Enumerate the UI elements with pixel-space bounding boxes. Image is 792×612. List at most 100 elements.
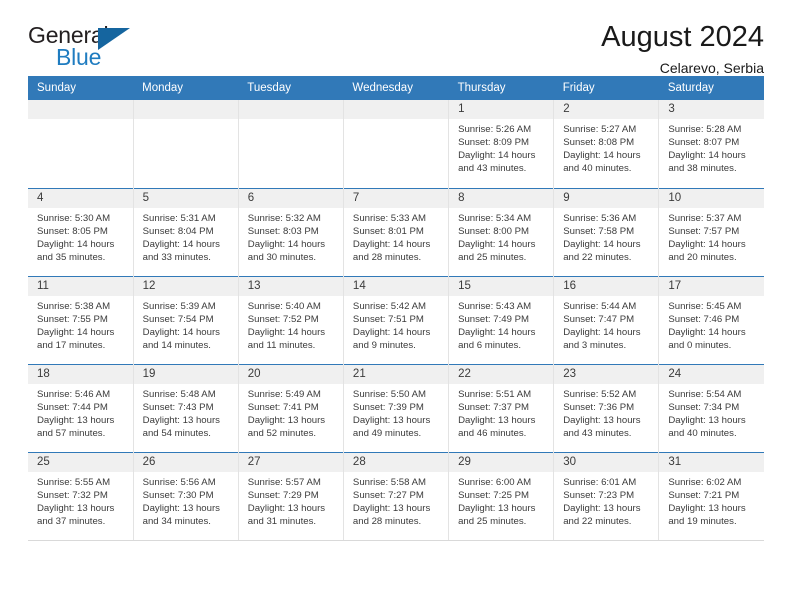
sunset-text: Sunset: 7:46 PM	[668, 313, 740, 325]
day-cell-inner: 5 Sunrise: 5:31 AM Sunset: 8:04 PM Daylight…	[133, 188, 238, 276]
daylight-text-line2: and 40 minutes.	[668, 427, 737, 439]
sunset-text: Sunset: 7:34 PM	[668, 401, 740, 413]
sunset-text: Sunset: 7:37 PM	[458, 401, 529, 413]
page-header: General Blue August 2024 Celarevo, Serbi…	[28, 0, 764, 77]
calendar-day-cell[interactable]: 20 Sunrise: 5:49 AM Sunset: 7:41 PM Dayligh…	[238, 363, 344, 452]
calendar-day-cell[interactable]: 16 Sunrise: 5:44 AM Sunset: 7:47 PM Dayligh…	[553, 275, 660, 364]
calendar-day-cell[interactable]: 18 Sunrise: 5:46 AM Sunset: 7:44 PM Dayligh…	[28, 363, 134, 452]
daylight-text-line1: Daylight: 14 hours	[668, 238, 746, 250]
calendar-day-cell[interactable]: 27 Sunrise: 5:57 AM Sunset: 7:29 PM Dayligh…	[238, 451, 344, 540]
day-number: 8	[449, 188, 554, 208]
daylight-text-line1: Daylight: 14 hours	[352, 238, 431, 250]
daylight-text-line1: Daylight: 13 hours	[563, 502, 641, 514]
calendar-day-cell[interactable]: 6 Sunrise: 5:32 AM Sunset: 8:03 PM Daylight…	[238, 187, 344, 276]
sunset-text: Sunset: 7:30 PM	[142, 489, 214, 501]
sunset-text: Sunset: 7:52 PM	[247, 313, 319, 325]
calendar-day-cell[interactable]: 10 Sunrise: 5:37 AM Sunset: 7:57 PM Dayligh…	[658, 187, 764, 276]
calendar-day-cell[interactable]: 23 Sunrise: 5:52 AM Sunset: 7:36 PM Dayligh…	[553, 363, 660, 452]
calendar-day-cell[interactable]: 21 Sunrise: 5:50 AM Sunset: 7:39 PM Dayligh…	[343, 363, 450, 452]
daylight-text-line2: and 20 minutes.	[668, 251, 737, 263]
calendar-day-cell[interactable]: 11 Sunrise: 5:38 AM Sunset: 7:55 PM Dayligh…	[28, 275, 134, 364]
day-sun-info: Sunrise: 5:27 AM Sunset: 8:08 PM Daylight:…	[554, 119, 658, 175]
calendar-day-cell[interactable]: 26 Sunrise: 5:56 AM Sunset: 7:30 PM Dayligh…	[133, 451, 239, 540]
calendar-day-cell[interactable]: 22 Sunrise: 5:51 AM Sunset: 7:37 PM Dayligh…	[448, 363, 555, 452]
calendar-day-cell[interactable]: 7 Sunrise: 5:33 AM Sunset: 8:01 PM Daylight…	[343, 187, 450, 276]
calendar-day-cell[interactable]: 3 Sunrise: 5:28 AM Sunset: 8:07 PM Daylight…	[658, 100, 764, 188]
logo-text-blue: Blue	[56, 44, 102, 70]
sunset-text: Sunset: 8:03 PM	[247, 225, 319, 237]
daylight-text-line1: Daylight: 13 hours	[247, 414, 326, 426]
sunrise-text: Sunrise: 5:38 AM	[37, 300, 111, 312]
calendar-week-row: 4 Sunrise: 5:30 AM Sunset: 8:05 PM Daylight…	[28, 187, 764, 276]
calendar-day-cell[interactable]: 15 Sunrise: 5:43 AM Sunset: 7:49 PM Dayligh…	[448, 275, 555, 364]
weekday-header-thursday: Thursday	[448, 76, 554, 100]
daylight-text-line2: and 40 minutes.	[563, 163, 632, 175]
day-number: 12	[133, 276, 238, 296]
day-cell-inner: 6 Sunrise: 5:32 AM Sunset: 8:03 PM Daylight…	[238, 188, 343, 276]
daylight-text-line1: Daylight: 14 hours	[563, 326, 641, 338]
sunset-text: Sunset: 7:58 PM	[563, 225, 635, 237]
daylight-text-line1: Daylight: 13 hours	[352, 414, 431, 426]
calendar-day-cell[interactable]: 25 Sunrise: 5:55 AM Sunset: 7:32 PM Dayligh…	[28, 451, 134, 540]
sunset-text: Sunset: 7:27 PM	[352, 489, 424, 501]
calendar-day-cell[interactable]: 9 Sunrise: 5:36 AM Sunset: 7:58 PM Daylight…	[553, 187, 660, 276]
calendar-day-cell[interactable]: 19 Sunrise: 5:48 AM Sunset: 7:43 PM Dayligh…	[133, 363, 239, 452]
day-sun-info: Sunrise: 5:48 AM Sunset: 7:43 PM Daylight:…	[134, 384, 238, 440]
daylight-text-line2: and 35 minutes.	[37, 251, 106, 263]
daylight-text-line2: and 19 minutes.	[668, 515, 737, 527]
daylight-text-line2: and 57 minutes.	[37, 427, 106, 439]
sunrise-text: Sunrise: 5:55 AM	[37, 476, 111, 488]
sunrise-text: Sunrise: 5:42 AM	[352, 300, 426, 312]
sunset-text: Sunset: 7:32 PM	[37, 489, 108, 501]
day-sun-info: Sunrise: 5:44 AM Sunset: 7:47 PM Daylight:…	[554, 296, 658, 352]
day-sun-info: Sunrise: 5:31 AM Sunset: 8:04 PM Daylight:…	[134, 208, 238, 264]
general-blue-logo[interactable]: General Blue	[28, 22, 146, 76]
daylight-text-line2: and 6 minutes.	[458, 339, 521, 351]
sunrise-text: Sunrise: 5:44 AM	[563, 300, 637, 312]
daylight-text-line1: Daylight: 14 hours	[142, 238, 220, 250]
calendar-day-cell[interactable]: 1 Sunrise: 5:26 AM Sunset: 8:09 PM Daylight…	[448, 100, 555, 188]
sunrise-text: Sunrise: 6:02 AM	[668, 476, 742, 488]
sunrise-text: Sunrise: 5:39 AM	[142, 300, 216, 312]
daylight-text-line2: and 30 minutes.	[247, 251, 317, 263]
calendar-week-row: 18 Sunrise: 5:46 AM Sunset: 7:44 PM Dayligh…	[28, 363, 764, 452]
day-sun-info: Sunrise: 5:39 AM Sunset: 7:54 PM Daylight:…	[134, 296, 238, 352]
sunrise-text: Sunrise: 5:36 AM	[563, 212, 637, 224]
calendar-day-cell[interactable]: 24 Sunrise: 5:54 AM Sunset: 7:34 PM Dayligh…	[658, 363, 764, 452]
calendar-day-cell[interactable]: 12 Sunrise: 5:39 AM Sunset: 7:54 PM Dayligh…	[133, 275, 239, 364]
calendar-day-cell[interactable]: 17 Sunrise: 5:45 AM Sunset: 7:46 PM Dayligh…	[658, 275, 764, 364]
day-cell-inner: 14 Sunrise: 5:42 AM Sunset: 7:51 PM Dayligh…	[343, 276, 449, 364]
day-cell-inner: 13 Sunrise: 5:40 AM Sunset: 7:52 PM Dayligh…	[238, 276, 343, 364]
sunrise-text: Sunrise: 5:32 AM	[247, 212, 321, 224]
calendar-day-cell[interactable]: 29 Sunrise: 6:00 AM Sunset: 7:25 PM Dayligh…	[448, 451, 555, 540]
daylight-text-line1: Daylight: 13 hours	[563, 414, 641, 426]
daylight-text-line2: and 28 minutes.	[352, 515, 422, 527]
sunrise-text: Sunrise: 5:57 AM	[247, 476, 321, 488]
sunset-text: Sunset: 7:23 PM	[563, 489, 635, 501]
sunset-text: Sunset: 8:07 PM	[668, 137, 740, 149]
calendar-day-cell[interactable]: 2 Sunrise: 5:27 AM Sunset: 8:08 PM Daylight…	[553, 100, 660, 188]
daylight-text-line2: and 33 minutes.	[142, 251, 211, 263]
sunrise-text: Sunrise: 5:37 AM	[668, 212, 742, 224]
calendar-header-row: Sunday Monday Tuesday Wednesday Thursday…	[28, 76, 764, 100]
calendar-cell-empty	[28, 100, 134, 188]
day-cell-inner: 2 Sunrise: 5:27 AM Sunset: 8:08 PM Daylight…	[554, 100, 659, 188]
calendar-day-cell[interactable]: 31 Sunrise: 6:02 AM Sunset: 7:21 PM Dayligh…	[658, 451, 764, 540]
sunset-text: Sunset: 7:57 PM	[668, 225, 740, 237]
calendar-day-cell[interactable]: 5 Sunrise: 5:31 AM Sunset: 8:04 PM Daylight…	[133, 187, 239, 276]
calendar-day-cell[interactable]: 4 Sunrise: 5:30 AM Sunset: 8:05 PM Daylight…	[28, 187, 134, 276]
calendar-day-cell[interactable]: 13 Sunrise: 5:40 AM Sunset: 7:52 PM Dayligh…	[238, 275, 344, 364]
sunrise-text: Sunrise: 5:48 AM	[142, 388, 216, 400]
day-number: 3	[659, 100, 764, 119]
day-number	[28, 100, 133, 119]
daylight-text-line2: and 3 minutes.	[563, 339, 627, 351]
daylight-text-line1: Daylight: 13 hours	[668, 414, 746, 426]
calendar-day-cell[interactable]: 14 Sunrise: 5:42 AM Sunset: 7:51 PM Dayligh…	[343, 275, 450, 364]
daylight-text-line1: Daylight: 13 hours	[142, 502, 220, 514]
calendar-day-cell[interactable]: 30 Sunrise: 6:01 AM Sunset: 7:23 PM Dayligh…	[553, 451, 660, 540]
calendar-day-cell[interactable]: 8 Sunrise: 5:34 AM Sunset: 8:00 PM Daylight…	[448, 187, 555, 276]
weekday-header-sunday: Sunday	[28, 76, 134, 100]
calendar-day-cell[interactable]: 28 Sunrise: 5:58 AM Sunset: 7:27 PM Dayligh…	[343, 451, 450, 540]
sunset-text: Sunset: 7:41 PM	[247, 401, 319, 413]
daylight-text-line1: Daylight: 13 hours	[247, 502, 326, 514]
